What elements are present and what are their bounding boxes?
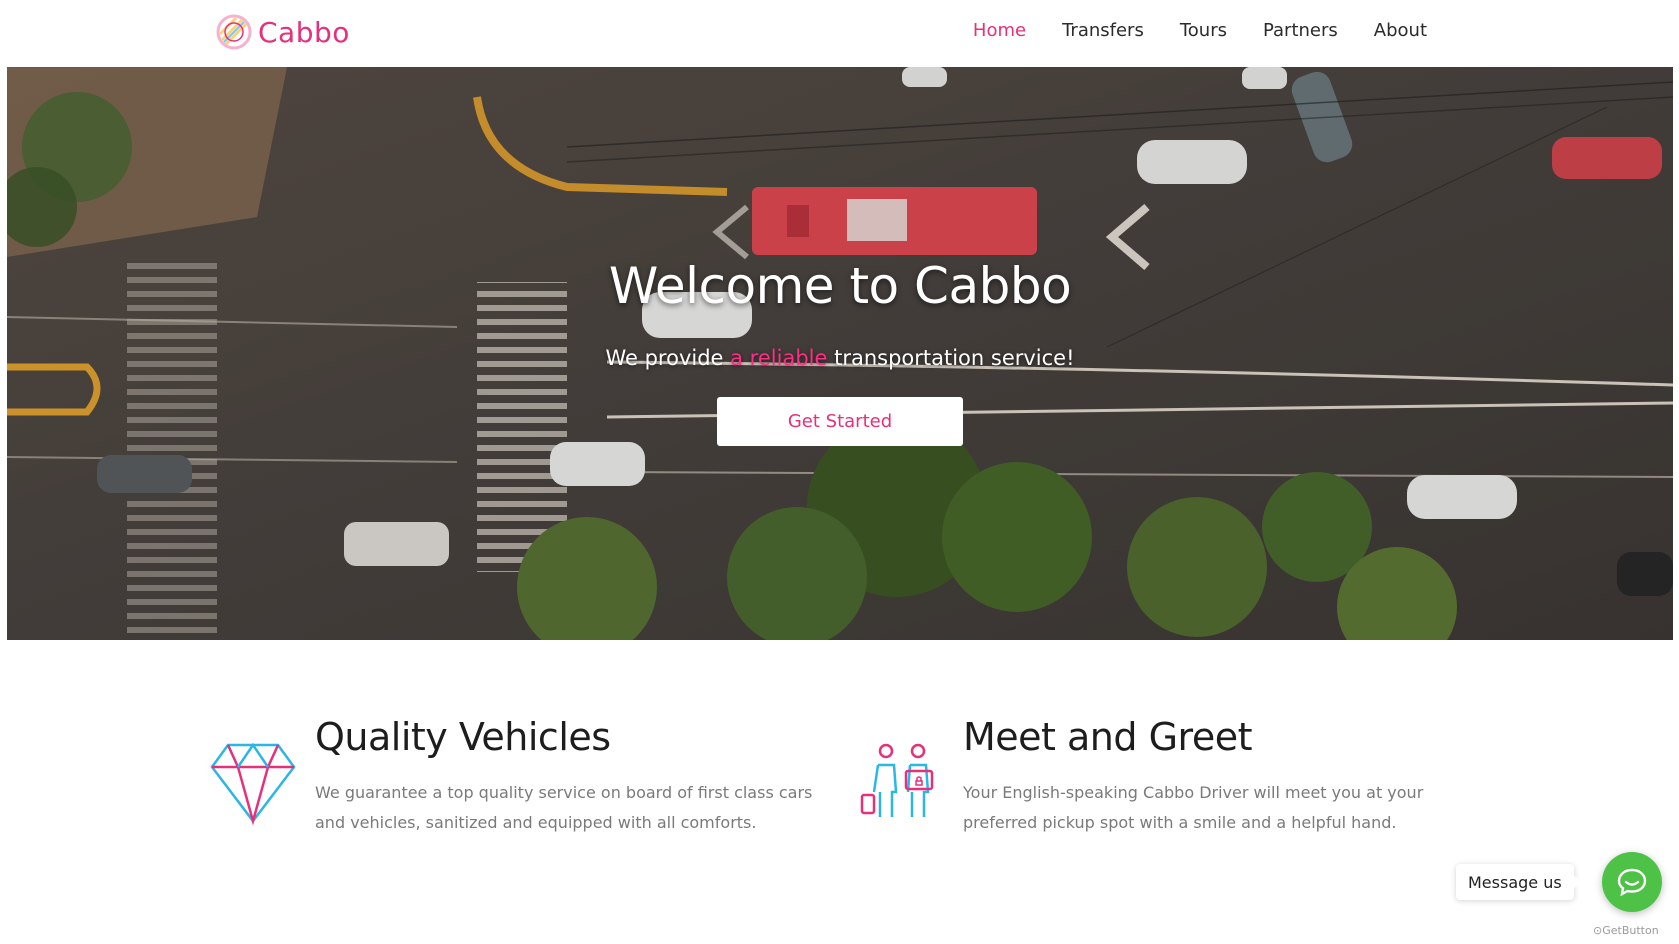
hero-subtitle-end: transportation service! (827, 346, 1075, 370)
nav-transfers[interactable]: Transfers (1062, 20, 1144, 41)
get-started-button[interactable]: Get Started (717, 397, 963, 446)
nav-partners[interactable]: Partners (1263, 20, 1338, 41)
powered-by[interactable]: ⊙GetButton (1593, 924, 1659, 937)
nav-home[interactable]: Home (973, 20, 1026, 41)
meet-greet-icon (860, 743, 934, 817)
powered-by-text: GetButton (1602, 924, 1659, 937)
site-header: Cabbo Home Transfers Tours Partners Abou… (0, 0, 1679, 67)
logo[interactable]: Cabbo (214, 12, 350, 52)
chat-button[interactable] (1602, 852, 1662, 912)
brand-name: Cabbo (258, 15, 350, 49)
hero-subtitle: We provide a reliable transportation ser… (7, 346, 1673, 370)
nav-about[interactable]: About (1374, 20, 1427, 41)
main-nav: Home Transfers Tours Partners About (973, 20, 1427, 41)
diamond-icon (210, 742, 296, 826)
feature-title: Quality Vehicles (315, 715, 611, 759)
message-us-label[interactable]: Message us (1456, 864, 1581, 900)
gem-logo-icon (216, 14, 252, 50)
getbutton-mark-icon: ⊙ (1593, 924, 1603, 937)
hero-banner: Welcome to Cabbo We provide a reliable t… (7, 67, 1673, 640)
nav-tours[interactable]: Tours (1180, 20, 1227, 41)
chat-bubble-icon (1617, 868, 1647, 897)
hero-title: Welcome to Cabbo (608, 257, 1072, 315)
feature-description: Your English-speaking Cabbo Driver will … (963, 783, 1424, 832)
hero-subtitle-accent: a reliable (730, 346, 828, 370)
hero-content: Welcome to Cabbo We provide a reliable t… (7, 67, 1673, 640)
feature-description: We guarantee a top quality service on bo… (315, 783, 813, 832)
feature-title: Meet and Greet (963, 715, 1252, 759)
hero-subtitle-start: We provide (605, 346, 731, 370)
